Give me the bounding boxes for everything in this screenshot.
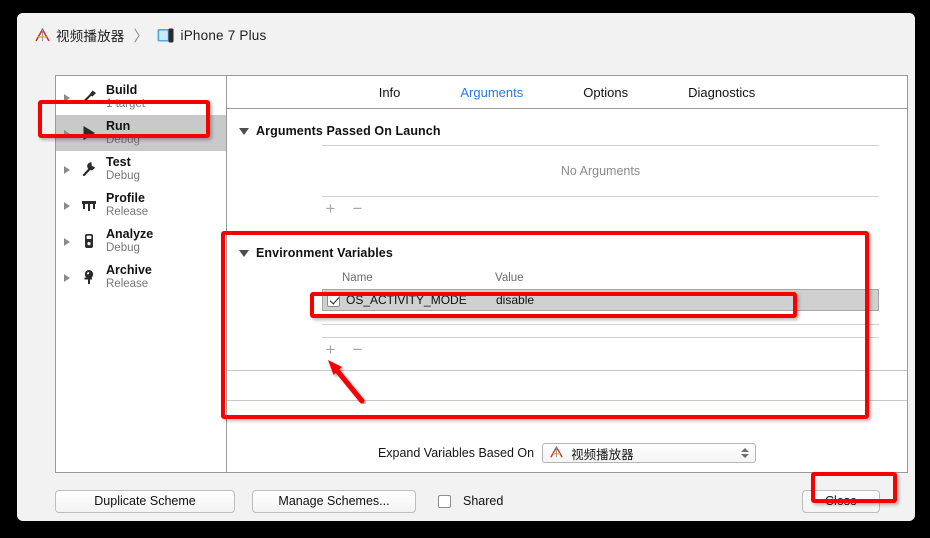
- sidebar-item-analyze-text: Analyze Debug: [106, 226, 154, 255]
- sidebar-item-run-text: Run Debug: [106, 118, 140, 147]
- environment-variables-section-title: Environment Variables: [256, 246, 393, 260]
- environment-variables-list-region: Name Value OS_ACTIVITY_MODE disable + −: [227, 267, 907, 360]
- scheme-content-pane: Info Arguments Options Diagnostics Argum…: [227, 76, 907, 472]
- archive-icon: [77, 265, 101, 289]
- add-argument-button[interactable]: +: [324, 200, 337, 217]
- disclosure-triangle-icon[interactable]: [64, 236, 74, 246]
- environment-variable-checkbox[interactable]: [327, 293, 340, 307]
- tab-options[interactable]: Options: [579, 83, 632, 102]
- shared-checkbox-group[interactable]: Shared: [438, 494, 503, 508]
- sidebar-item-run[interactable]: Run Debug: [56, 115, 226, 151]
- divider: [227, 400, 907, 401]
- divider: [227, 370, 907, 371]
- chevron-down-icon[interactable]: [239, 127, 249, 135]
- arguments-empty-row: No Arguments: [322, 146, 879, 196]
- arguments-section-title: Arguments Passed On Launch: [256, 124, 441, 138]
- sidebar-item-run-subtitle: Debug: [106, 134, 140, 147]
- sidebar-item-profile-subtitle: Release: [106, 206, 149, 219]
- sidebar-item-archive-subtitle: Release: [106, 278, 149, 291]
- remove-argument-button[interactable]: −: [351, 200, 364, 217]
- shared-checkbox[interactable]: [438, 494, 451, 508]
- column-header-value: Value: [495, 272, 524, 284]
- breadcrumb-separator: 〉: [133, 27, 149, 45]
- breadcrumb-device-label: iPhone 7 Plus: [180, 27, 267, 43]
- expand-variables-selected-value: 视频播放器: [571, 447, 634, 462]
- environment-variables-add-remove-bar: + −: [322, 338, 879, 360]
- shared-label: Shared: [463, 494, 504, 508]
- breadcrumb-device[interactable]: iPhone 7 Plus: [157, 28, 267, 43]
- arguments-empty-text: No Arguments: [560, 164, 641, 178]
- tab-diagnostics[interactable]: Diagnostics: [684, 83, 759, 102]
- sidebar-item-profile-text: Profile Release: [106, 190, 149, 219]
- sidebar-item-run-title: Run: [106, 118, 131, 133]
- remove-environment-variable-button[interactable]: −: [351, 341, 364, 358]
- expand-variables-label: Expand Variables Based On: [377, 446, 535, 460]
- sidebar-item-analyze-subtitle: Debug: [106, 242, 140, 255]
- sidebar-item-profile-title: Profile: [106, 190, 145, 205]
- wrench-icon: [77, 157, 101, 181]
- environment-variable-name[interactable]: OS_ACTIVITY_MODE: [346, 293, 496, 307]
- environment-variables-section-header[interactable]: Environment Variables: [227, 239, 907, 267]
- sidebar-item-analyze-title: Analyze: [106, 226, 154, 241]
- arguments-add-remove-bar: + −: [322, 197, 879, 219]
- table-row[interactable]: OS_ACTIVITY_MODE disable: [322, 289, 879, 311]
- divider: [322, 324, 879, 325]
- disclosure-triangle-icon[interactable]: [64, 200, 74, 210]
- sidebar-item-build-title: Build: [106, 82, 138, 97]
- tab-arguments[interactable]: Arguments: [456, 83, 527, 102]
- chevron-down-icon[interactable]: [239, 249, 249, 257]
- column-header-name: Name: [342, 272, 373, 284]
- disclosure-triangle-icon[interactable]: [64, 164, 74, 174]
- expand-variables-select[interactable]: 视频播放器: [542, 443, 757, 463]
- expand-variables-row: Expand Variables Based On 视频播放器: [227, 443, 907, 463]
- scheme-editor-window: 视频播放器 〉 iPhone 7 Plus Build 1 target Run…: [17, 13, 915, 521]
- arguments-section-header[interactable]: Arguments Passed On Launch: [227, 117, 907, 145]
- xcode-icon: [34, 27, 51, 43]
- device-icon: [157, 28, 176, 43]
- tab-bar: Info Arguments Options Diagnostics: [227, 76, 907, 109]
- editor-panels: Build 1 target Run Debug Test Debug Prof…: [55, 75, 908, 473]
- sidebar-item-test-subtitle: Debug: [106, 170, 140, 183]
- arguments-list-region: No Arguments + −: [227, 145, 907, 219]
- disclosure-triangle-icon[interactable]: [64, 272, 74, 282]
- play-icon: [77, 121, 101, 145]
- dialog-toolbar: Duplicate Scheme Manage Schemes... Share…: [17, 481, 915, 521]
- sidebar-item-archive[interactable]: Archive Release: [56, 259, 226, 295]
- breadcrumb: 视频播放器 〉 iPhone 7 Plus: [17, 13, 915, 57]
- sidebar-item-test-text: Test Debug: [106, 154, 140, 183]
- hammer-icon: [77, 85, 101, 109]
- sidebar-item-analyze[interactable]: Analyze Debug: [56, 223, 226, 259]
- breadcrumb-project-label: 视频播放器: [56, 29, 125, 44]
- sidebar-item-archive-text: Archive Release: [106, 262, 152, 291]
- tab-info[interactable]: Info: [375, 83, 405, 102]
- disclosure-triangle-icon[interactable]: [64, 92, 74, 102]
- sidebar-item-archive-title: Archive: [106, 262, 152, 277]
- chevron-updown-icon[interactable]: [741, 448, 750, 458]
- xcode-icon: [549, 445, 566, 461]
- gauge-icon: [77, 193, 101, 217]
- manage-schemes-button[interactable]: Manage Schemes...: [252, 489, 416, 513]
- sidebar-item-build-text: Build 1 target: [106, 82, 145, 111]
- close-button[interactable]: Close: [802, 489, 880, 513]
- breadcrumb-project[interactable]: 视频播放器: [34, 25, 125, 45]
- disclosure-triangle-icon[interactable]: [64, 128, 74, 138]
- sidebar-item-test[interactable]: Test Debug: [56, 151, 226, 187]
- duplicate-scheme-button[interactable]: Duplicate Scheme: [55, 489, 235, 513]
- add-environment-variable-button[interactable]: +: [324, 341, 337, 358]
- sidebar-item-build[interactable]: Build 1 target: [56, 79, 226, 115]
- magnifier-icon: [77, 229, 101, 253]
- scheme-sidebar: Build 1 target Run Debug Test Debug Prof…: [56, 76, 227, 472]
- environment-variable-value[interactable]: disable: [496, 293, 534, 307]
- arguments-pane: Arguments Passed On Launch No Arguments …: [227, 109, 907, 472]
- sidebar-item-test-title: Test: [106, 154, 131, 169]
- sidebar-item-build-subtitle: 1 target: [106, 98, 145, 111]
- sidebar-item-profile[interactable]: Profile Release: [56, 187, 226, 223]
- environment-variables-column-headers: Name Value: [322, 267, 879, 289]
